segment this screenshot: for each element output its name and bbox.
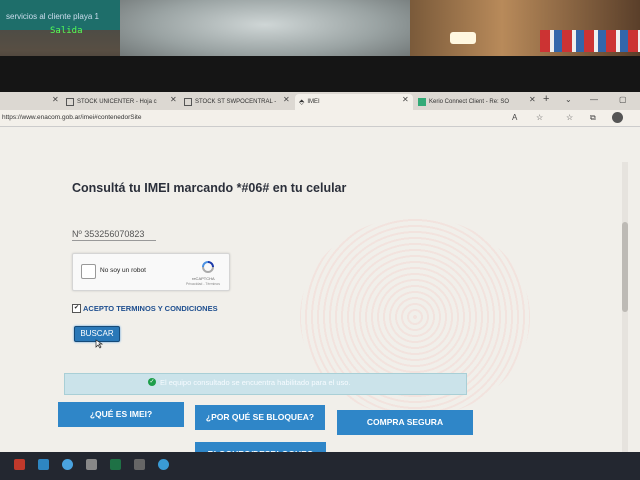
edge-icon[interactable] xyxy=(62,459,73,470)
recaptcha-label: No soy un robot xyxy=(100,267,146,274)
tab-strip: ✕ STOCK UNICENTER - Hoja c ✕ STOCK ST SW… xyxy=(0,92,640,110)
product-boxes xyxy=(540,30,640,52)
tab-close-icon[interactable]: ✕ xyxy=(529,95,536,104)
recaptcha-logo-icon xyxy=(202,261,214,273)
terms-checkbox[interactable]: ✔ xyxy=(72,304,81,313)
new-tab-button[interactable]: + xyxy=(543,93,549,105)
page-scrollbar[interactable] xyxy=(622,162,628,452)
app-icon[interactable] xyxy=(14,459,25,470)
favorites-icon[interactable]: ☆ xyxy=(566,113,573,122)
tab-label: Kerio Connect Client - Re: SO xyxy=(429,99,510,105)
collections-icon[interactable]: ⧉ xyxy=(590,113,596,123)
safe-purchase-button[interactable]: COMPRA SEGURA xyxy=(337,410,473,435)
check-circle-icon: ✓ xyxy=(148,378,156,386)
photo-background: servicios al cliente playa 1 Salida xyxy=(0,0,640,92)
tab-search-icon[interactable]: ⌄ xyxy=(565,95,572,104)
tab-label: STOCK UNICENTER - Hoja c xyxy=(77,99,157,105)
tab-imei[interactable]: ⬘ IMEI xyxy=(295,94,413,110)
enacom-icon: ⬘ xyxy=(299,99,305,106)
lamp xyxy=(450,32,476,44)
tab-kerio-connect[interactable]: Kerio Connect Client - Re: SO xyxy=(414,94,526,110)
taskbar xyxy=(0,452,640,480)
sheet-icon xyxy=(184,98,192,106)
tab-close-icon[interactable]: ✕ xyxy=(170,95,177,104)
app-icon[interactable] xyxy=(134,459,145,470)
page-title: Consultá tu IMEI marcando *#06# en tu ce… xyxy=(72,181,347,195)
why-blocked-button[interactable]: ¿POR QUÉ SE BLOQUEA? xyxy=(195,405,325,430)
tab-label: IMEI xyxy=(307,99,320,105)
read-aloud-icon[interactable]: A xyxy=(512,113,517,122)
browser-icon[interactable] xyxy=(158,459,169,470)
exit-sign: Salida xyxy=(50,26,83,36)
recaptcha-checkbox[interactable] xyxy=(81,264,96,279)
excel-icon[interactable] xyxy=(110,459,121,470)
what-is-imei-button[interactable]: ¿QUÉ ES IMEI? xyxy=(58,402,184,427)
recaptcha-terms[interactable]: Privacidad - Términos xyxy=(186,282,220,286)
mouse-cursor-icon xyxy=(95,339,104,349)
shelf xyxy=(410,0,640,56)
tab-label: STOCK ST SWPOCENTRAL - xyxy=(195,99,277,105)
sheet-icon xyxy=(66,98,74,106)
browser-window: ✕ STOCK UNICENTER - Hoja c ✕ STOCK ST SW… xyxy=(0,92,640,480)
minimize-icon[interactable]: — xyxy=(590,95,598,104)
terms-label: ACEPTO TERMINOS Y CONDICIONES xyxy=(83,304,218,313)
monitor-bezel xyxy=(0,56,640,92)
recaptcha-brand: reCAPTCHA xyxy=(192,276,215,281)
tab-close-icon[interactable]: ✕ xyxy=(52,95,59,104)
kerio-icon xyxy=(418,98,426,106)
result-message: El equipo consultado se encuentra habili… xyxy=(160,378,351,387)
favorite-star-icon[interactable]: ☆ xyxy=(536,113,543,122)
maximize-icon[interactable]: ▢ xyxy=(619,95,627,104)
app-icon[interactable] xyxy=(86,459,97,470)
page-content: Consultá tu IMEI marcando *#06# en tu ce… xyxy=(0,127,640,452)
result-alert: ✓ El equipo consultado se encuentra habi… xyxy=(64,373,467,395)
scrollbar-thumb[interactable] xyxy=(622,222,628,312)
url-text[interactable]: https://www.enacom.gob.ar/imei#contenedo… xyxy=(2,114,141,121)
profile-avatar[interactable] xyxy=(612,112,623,123)
block-unblock-button[interactable]: BLOQUEO/DESBLOQUEO xyxy=(195,442,326,452)
recaptcha-widget: No soy un robot reCAPTCHA Privacidad - T… xyxy=(72,253,230,291)
address-bar[interactable]: https://www.enacom.gob.ar/imei#contenedo… xyxy=(0,110,640,127)
tab-stock-central[interactable]: STOCK ST SWPOCENTRAL - xyxy=(180,94,280,110)
app-icon[interactable] xyxy=(38,459,49,470)
tab-close-icon[interactable]: ✕ xyxy=(402,95,409,104)
store-sign-text: servicios al cliente playa 1 xyxy=(6,12,99,21)
tab-close-icon[interactable]: ✕ xyxy=(283,95,290,104)
pillar xyxy=(120,0,410,62)
tab-stock-unicenter[interactable]: STOCK UNICENTER - Hoja c xyxy=(62,94,170,110)
imei-input[interactable]: Nº 353256070823 xyxy=(72,229,156,241)
